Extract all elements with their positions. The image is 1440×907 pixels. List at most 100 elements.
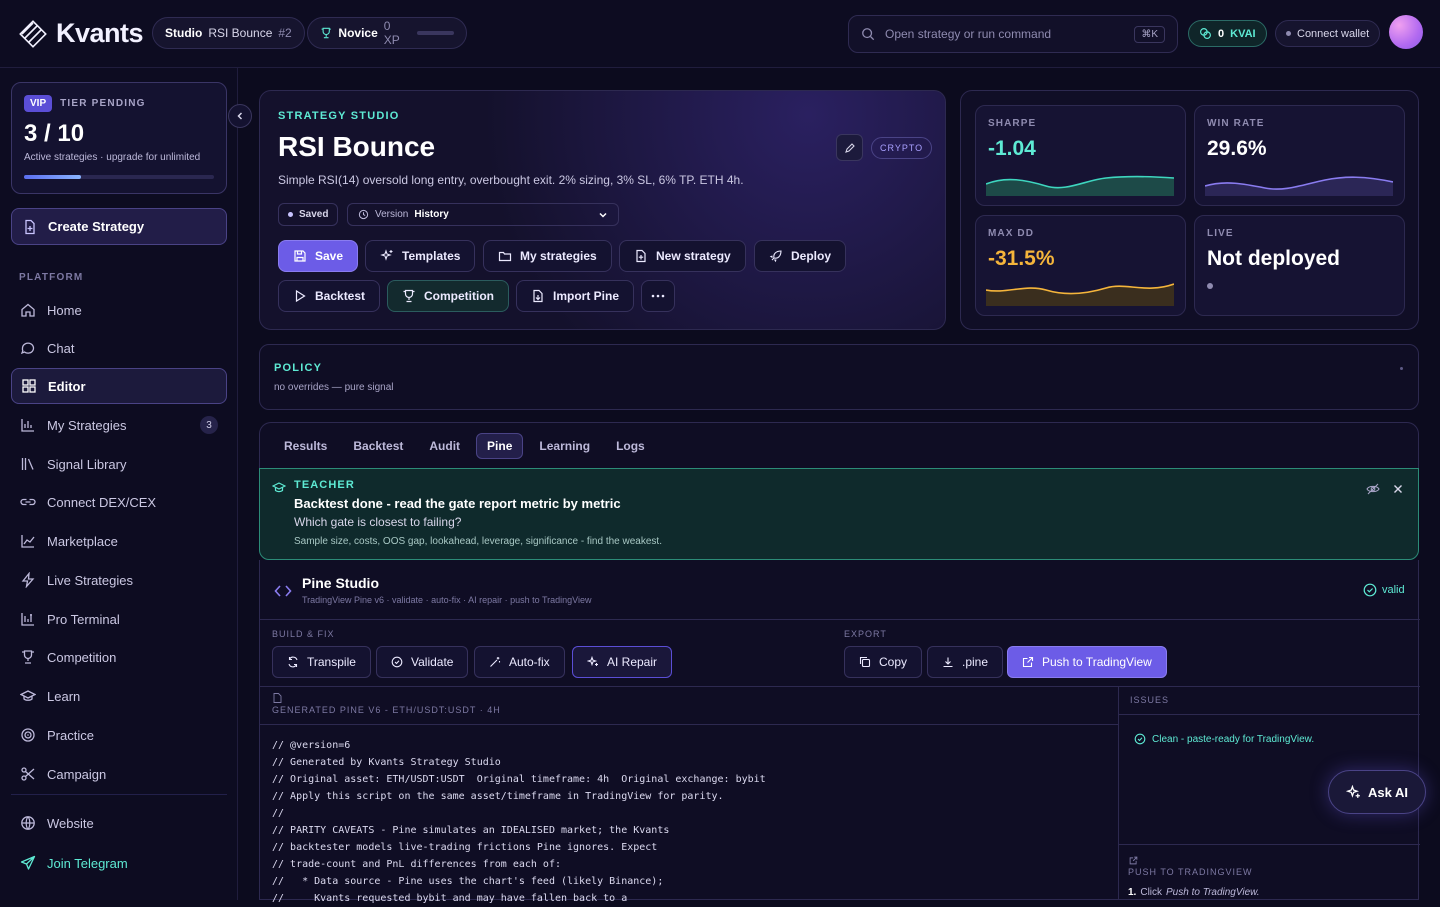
copy-button[interactable]: Copy xyxy=(844,646,923,678)
sidebar-item-campaign[interactable]: Campaign xyxy=(11,756,227,792)
sidebar-item-live-strategies[interactable]: Live Strategies xyxy=(11,562,227,598)
pine-subtitle: TradingView Pine v6 · validate · auto-fi… xyxy=(302,595,592,605)
my-strategies-button[interactable]: My strategies xyxy=(483,240,612,272)
ask-ai-button[interactable]: Ask AI xyxy=(1328,770,1426,814)
collapse-sidebar-button[interactable] xyxy=(228,104,252,128)
sidebar-item-practice[interactable]: Practice xyxy=(11,717,227,753)
close-icon[interactable] xyxy=(1393,484,1403,494)
backtest-button[interactable]: Backtest xyxy=(278,280,381,312)
saved-label: Saved xyxy=(299,209,329,220)
issues-clean: Clean - paste-ready for TradingView. xyxy=(1134,733,1314,745)
ai-repair-button[interactable]: AI Repair xyxy=(572,646,673,678)
studio-name: RSI Bounce xyxy=(208,26,273,40)
live-status-card: LIVE Not deployed xyxy=(1194,215,1405,316)
code-line: // * Data source - Pine uses the chart's… xyxy=(272,876,664,887)
win-rate-value: 29.6% xyxy=(1207,137,1267,160)
strategy-usage-fill xyxy=(24,175,81,179)
sidebar-item-telegram[interactable]: Join Telegram xyxy=(11,845,227,881)
avatar[interactable] xyxy=(1389,15,1423,49)
download-pine-button[interactable]: .pine xyxy=(927,646,1004,678)
kvai-label: KVAI xyxy=(1230,27,1256,40)
sidebar-item-editor[interactable]: Editor xyxy=(11,368,227,404)
tab-logs[interactable]: Logs xyxy=(606,434,655,458)
sidebar-item-chat[interactable]: Chat xyxy=(11,330,227,366)
sidebar-item-pro-terminal[interactable]: Pro Terminal xyxy=(11,601,227,637)
more-actions-button[interactable] xyxy=(641,280,675,312)
logo-text: Kvants xyxy=(56,18,144,48)
win-rate-label: WIN RATE xyxy=(1207,118,1265,129)
edit-title-button[interactable] xyxy=(836,134,863,161)
import-pine-button[interactable]: Import Pine xyxy=(516,280,635,312)
play-icon xyxy=(295,289,306,303)
transpile-label: Transpile xyxy=(307,655,356,669)
transpile-button[interactable]: Transpile xyxy=(272,646,371,678)
tier-pill[interactable]: Novice 0 XP xyxy=(307,17,467,49)
validate-button[interactable]: Validate xyxy=(376,646,469,678)
max-drawdown-card: MAX DD -31.5% xyxy=(975,215,1186,316)
sharpe-sparkline xyxy=(986,175,1174,196)
competition-button[interactable]: Competition xyxy=(387,280,509,312)
trophy-icon xyxy=(321,27,331,39)
studio-pill[interactable]: Studio RSI Bounce #2 xyxy=(152,17,305,49)
sidebar-item-label: Editor xyxy=(48,378,86,394)
issues-label: ISSUES xyxy=(1130,695,1170,705)
tab-backtest[interactable]: Backtest xyxy=(343,434,413,458)
refresh-icon xyxy=(288,656,298,668)
competition-label: Competition xyxy=(424,289,494,303)
divider xyxy=(1118,844,1420,845)
tab-pine[interactable]: Pine xyxy=(476,432,524,459)
scissors-icon xyxy=(21,767,35,781)
policy-panel[interactable]: POLICY no overrides — pure signal xyxy=(259,344,1419,410)
folder-icon xyxy=(498,251,512,262)
sidebar-item-signal-library[interactable]: Signal Library xyxy=(11,446,227,482)
save-button[interactable]: Save xyxy=(278,240,359,272)
tab-learning[interactable]: Learning xyxy=(529,434,600,458)
code-line: // Original asset: ETH/USDT:USDT Origina… xyxy=(272,774,766,785)
teacher-hint: Sample size, costs, OOS gap, lookahead, … xyxy=(294,536,662,547)
sidebar-item-competition[interactable]: Competition xyxy=(11,639,227,675)
home-icon xyxy=(21,303,35,317)
copy-icon xyxy=(859,656,871,668)
external-link-icon xyxy=(1129,856,1138,865)
sidebar-item-telegram-label: Join Telegram xyxy=(47,855,128,871)
external-link-icon xyxy=(1022,656,1034,668)
sidebar-item-marketplace[interactable]: Marketplace xyxy=(11,523,227,559)
teacher-label: TEACHER xyxy=(294,479,355,491)
push-to-tradingview-button[interactable]: Push to TradingView xyxy=(1007,646,1167,678)
pencil-icon xyxy=(844,142,855,153)
sidebar-item-label: Live Strategies xyxy=(47,572,133,588)
bar-chart-icon xyxy=(21,419,34,432)
templates-label: Templates xyxy=(402,249,461,263)
import-pine-label: Import Pine xyxy=(553,289,620,303)
tab-results[interactable]: Results xyxy=(274,434,337,458)
sidebar-item-home[interactable]: Home xyxy=(11,292,227,328)
connect-wallet-button[interactable]: Connect wallet xyxy=(1275,20,1381,47)
sidebar-item-my-strategies[interactable]: My Strategies 3 xyxy=(11,407,227,443)
templates-button[interactable]: Templates xyxy=(365,240,476,272)
deploy-button[interactable]: Deploy xyxy=(754,240,847,272)
sidebar-item-connect-dex-cex[interactable]: Connect DEX/CEX xyxy=(11,484,227,520)
tab-audit[interactable]: Audit xyxy=(419,434,470,458)
send-icon xyxy=(20,855,36,870)
logo[interactable]: Kvants xyxy=(18,18,144,49)
create-strategy-button[interactable]: Create Strategy xyxy=(11,208,227,245)
pine-code-editor[interactable]: // @version=6 // Generated by Kvants Stra… xyxy=(272,737,1112,907)
sidebar-item-learn[interactable]: Learn xyxy=(11,678,227,714)
connect-wallet-label: Connect wallet xyxy=(1297,27,1370,40)
file-icon xyxy=(273,693,282,703)
eye-off-icon[interactable] xyxy=(1366,482,1380,496)
library-icon xyxy=(21,458,34,470)
new-strategy-label: New strategy xyxy=(656,249,731,263)
command-search[interactable]: Open strategy or run command ⌘K xyxy=(848,15,1178,53)
download-icon xyxy=(943,657,953,668)
check-circle-icon xyxy=(1134,733,1146,745)
sidebar-item-website[interactable]: Website xyxy=(11,805,227,841)
file-plus-icon xyxy=(25,219,35,234)
bolt-icon xyxy=(21,572,35,588)
hero-eyebrow: STRATEGY STUDIO xyxy=(278,110,400,122)
auto-fix-button[interactable]: Auto-fix xyxy=(474,646,565,678)
new-strategy-button[interactable]: New strategy xyxy=(619,240,746,272)
save-icon xyxy=(294,250,306,262)
kvai-balance[interactable]: 0 KVAI xyxy=(1188,20,1267,47)
version-select[interactable]: Version History xyxy=(347,203,619,226)
